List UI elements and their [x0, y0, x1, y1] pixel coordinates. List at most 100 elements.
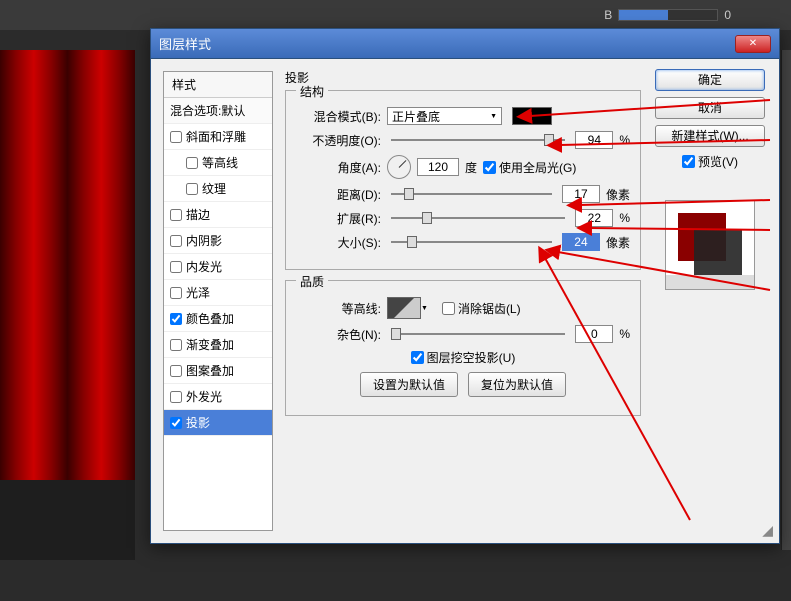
opacity-slider[interactable] [391, 139, 565, 141]
b-label: B [604, 8, 612, 22]
style-checkbox[interactable] [170, 131, 182, 143]
distance-input[interactable] [562, 185, 600, 203]
shadow-title: 投影 [285, 69, 641, 86]
canvas-preview [0, 50, 135, 480]
style-row-2[interactable]: 纹理 [164, 176, 272, 202]
make-default-button[interactable]: 设置为默认值 [360, 372, 458, 397]
style-label: 内发光 [186, 258, 222, 275]
distance-slider[interactable] [391, 193, 552, 195]
opacity-label: 不透明度(O): [296, 132, 381, 149]
style-label: 斜面和浮雕 [186, 128, 246, 145]
style-label: 颜色叠加 [186, 310, 234, 327]
style-row-3[interactable]: 描边 [164, 202, 272, 228]
style-row-6[interactable]: 光泽 [164, 280, 272, 306]
noise-input[interactable] [575, 325, 613, 343]
shadow-color-swatch[interactable] [512, 107, 552, 125]
chevron-down-icon[interactable]: ▼ [421, 305, 428, 312]
right-panel-bg [781, 50, 791, 550]
style-checkbox[interactable] [186, 157, 198, 169]
ok-button[interactable]: 确定 [655, 69, 765, 91]
style-row-8[interactable]: 渐变叠加 [164, 332, 272, 358]
spread-slider[interactable] [391, 217, 565, 219]
angle-dial[interactable] [387, 155, 411, 179]
blend-mode-select[interactable]: 正片叠底 ▼ [387, 107, 502, 125]
style-label: 投影 [186, 414, 210, 431]
style-row-7[interactable]: 颜色叠加 [164, 306, 272, 332]
style-row-1[interactable]: 等高线 [164, 150, 272, 176]
right-panel: 确定 取消 新建样式(W)... 预览(V) [649, 59, 779, 543]
style-checkbox[interactable] [170, 261, 182, 273]
noise-unit: % [619, 327, 630, 341]
style-checkbox[interactable] [170, 391, 182, 403]
noise-label: 杂色(N): [296, 326, 381, 343]
style-row-11[interactable]: 投影 [164, 410, 272, 436]
size-slider[interactable] [391, 241, 552, 243]
dialog-titlebar[interactable]: 图层样式 [151, 29, 779, 59]
contour-picker[interactable] [387, 297, 421, 319]
blend-mode-label: 混合模式(B): [296, 108, 381, 125]
style-label: 图案叠加 [186, 362, 234, 379]
style-checkbox[interactable] [170, 287, 182, 299]
style-checkbox[interactable] [186, 183, 198, 195]
style-checkbox[interactable] [170, 209, 182, 221]
b-value: 0 [724, 8, 731, 22]
style-label: 描边 [186, 206, 210, 223]
size-unit: 像素 [606, 234, 630, 251]
style-label: 光泽 [186, 284, 210, 301]
style-checkbox[interactable] [170, 339, 182, 351]
distance-unit: 像素 [606, 186, 630, 203]
preview-checkbox[interactable] [682, 153, 695, 170]
layer-style-dialog: 图层样式 样式 混合选项:默认 斜面和浮雕等高线纹理描边内阴影内发光光泽颜色叠加… [150, 28, 780, 544]
blending-options-default[interactable]: 混合选项:默认 [164, 98, 272, 124]
use-global-light-checkbox[interactable]: 使用全局光(G) [483, 159, 576, 176]
style-checkbox[interactable] [170, 235, 182, 247]
style-label: 等高线 [202, 154, 238, 171]
spread-input[interactable] [575, 209, 613, 227]
size-label: 大小(S): [296, 234, 381, 251]
styles-list: 样式 混合选项:默认 斜面和浮雕等高线纹理描边内阴影内发光光泽颜色叠加渐变叠加图… [163, 71, 273, 531]
style-label: 内阴影 [186, 232, 222, 249]
canvas-dark [0, 480, 135, 560]
style-row-0[interactable]: 斜面和浮雕 [164, 124, 272, 150]
antialias-checkbox[interactable]: 消除锯齿(L) [442, 300, 521, 317]
center-panel: 投影 结构 混合模式(B): 正片叠底 ▼ 不透明度(O): % [281, 59, 649, 543]
preview-label: 预览(V) [698, 153, 738, 170]
style-label: 渐变叠加 [186, 336, 234, 353]
styles-header: 样式 [164, 72, 272, 98]
dialog-title: 图层样式 [159, 34, 735, 53]
cancel-button[interactable]: 取消 [655, 97, 765, 119]
spread-unit: % [619, 211, 630, 225]
structure-fieldset: 结构 混合模式(B): 正片叠底 ▼ 不透明度(O): % 角度( [285, 90, 641, 270]
style-label: 纹理 [202, 180, 226, 197]
contour-label: 等高线: [296, 300, 381, 317]
preview-thumbnail [665, 200, 755, 290]
style-checkbox[interactable] [170, 417, 182, 429]
noise-slider[interactable] [391, 333, 565, 335]
style-checkbox[interactable] [170, 365, 182, 377]
structure-legend: 结构 [296, 83, 328, 100]
style-row-9[interactable]: 图案叠加 [164, 358, 272, 384]
resize-grip-icon[interactable]: ◢ [762, 522, 773, 539]
angle-unit: 度 [465, 159, 477, 176]
opacity-unit: % [619, 133, 630, 147]
close-button[interactable] [735, 35, 771, 53]
style-checkbox[interactable] [170, 313, 182, 325]
style-row-5[interactable]: 内发光 [164, 254, 272, 280]
quality-fieldset: 品质 等高线: ▼ 消除锯齿(L) 杂色(N): % [285, 280, 641, 416]
style-row-4[interactable]: 内阴影 [164, 228, 272, 254]
knockout-checkbox[interactable]: 图层挖空投影(U) [411, 349, 516, 366]
angle-label: 角度(A): [296, 159, 381, 176]
angle-input[interactable] [417, 158, 459, 176]
top-b-slider[interactable]: B 0 [604, 8, 731, 22]
size-input[interactable] [562, 233, 600, 251]
reset-default-button[interactable]: 复位为默认值 [468, 372, 566, 397]
opacity-input[interactable] [575, 131, 613, 149]
spread-label: 扩展(R): [296, 210, 381, 227]
style-label: 外发光 [186, 388, 222, 405]
quality-legend: 品质 [296, 273, 328, 290]
b-slider-track[interactable] [618, 9, 718, 21]
chevron-down-icon: ▼ [490, 113, 497, 120]
distance-label: 距离(D): [296, 186, 381, 203]
style-row-10[interactable]: 外发光 [164, 384, 272, 410]
new-style-button[interactable]: 新建样式(W)... [655, 125, 765, 147]
